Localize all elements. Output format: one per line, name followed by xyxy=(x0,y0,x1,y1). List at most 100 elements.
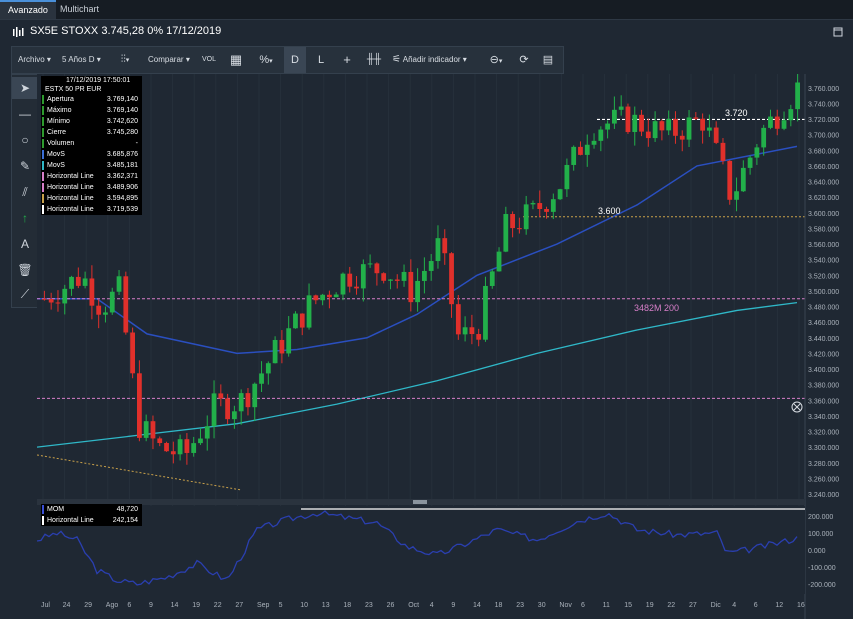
info-row: Volumen - xyxy=(41,138,142,149)
candle-body xyxy=(245,393,251,408)
info-row: Cierre 3.745,280 xyxy=(41,127,142,138)
mom-tick-label: -100.000 xyxy=(808,565,836,572)
candle-body xyxy=(564,164,570,190)
annotation-3600-label: 3.600 xyxy=(598,206,621,216)
save-icon[interactable]: ▤ xyxy=(538,47,558,73)
mode-d-button[interactable]: D xyxy=(284,47,306,73)
chart-title-bar: SX5E STOXX 3.745,28 0% 17/12/2019 xyxy=(0,20,853,44)
info-row: Horizontal Line 3.594,895 xyxy=(41,193,142,204)
arrow-up-icon[interactable]: ↑ xyxy=(12,207,38,229)
time-tick-label: 9 xyxy=(149,602,153,609)
info-value: 3.685,876 xyxy=(106,151,138,158)
candle-body xyxy=(455,304,461,335)
mom-tick-label: 200.000 xyxy=(808,514,833,521)
archivo-menu[interactable]: Archivo ▾ xyxy=(18,47,51,73)
info-key: Horizontal Line xyxy=(47,184,94,191)
candle-body xyxy=(679,135,685,140)
price-tick-label: 3.480.000 xyxy=(808,305,839,312)
candle-body xyxy=(659,121,665,131)
candle-body xyxy=(496,251,502,272)
candle-body xyxy=(401,271,407,281)
parallel-icon[interactable]: ⫽ xyxy=(12,181,38,203)
maximize-icon[interactable] xyxy=(833,27,843,37)
candle-body xyxy=(632,114,638,133)
annotation-3720-label: 3.720 xyxy=(725,108,748,118)
mom-tick-label: -200.000 xyxy=(808,582,836,589)
compare-button[interactable]: Comparar ▾ xyxy=(148,47,190,73)
candle-body xyxy=(299,313,305,328)
candle-body xyxy=(442,238,448,254)
candle-body xyxy=(645,131,651,139)
time-tick-label: 29 xyxy=(84,602,92,609)
candle-body xyxy=(109,291,115,313)
candle-body xyxy=(259,373,264,384)
candle-body xyxy=(795,82,800,110)
ruler-icon[interactable]: ⟋ xyxy=(12,283,38,305)
candle-body xyxy=(388,279,393,281)
annotation-3720: 3.720 xyxy=(725,108,748,118)
zoom-button[interactable]: ⊖▾ xyxy=(482,47,510,73)
candle-body xyxy=(238,393,244,412)
volume-button[interactable]: VOL xyxy=(202,47,216,73)
bars-layout-icon[interactable]: ╫╫ xyxy=(362,47,386,73)
candle-body xyxy=(652,121,658,139)
price-tick-label: 3.560.000 xyxy=(808,242,839,249)
caret-down-icon: ▾ xyxy=(269,58,273,65)
time-tick-label: 22 xyxy=(214,602,222,609)
text-icon[interactable]: A xyxy=(12,233,38,255)
mode-l-button[interactable]: L xyxy=(310,47,332,73)
info-key: Horizontal Line xyxy=(47,517,94,524)
candle-body xyxy=(578,146,583,155)
grid-icon[interactable]: ▦ xyxy=(226,47,246,73)
trash-icon[interactable]: 🗑 xyxy=(12,259,38,281)
time-tick-label: 10 xyxy=(300,602,308,609)
info-value: 3.719,539 xyxy=(106,206,138,213)
candle-body xyxy=(584,144,590,155)
momentum-pane: 200.000 100.000 0.000 -100.000 -200.000 xyxy=(37,506,836,594)
candle-body xyxy=(116,276,122,292)
time-tick-label: Jul xyxy=(41,602,50,609)
time-tick-label: 16 xyxy=(797,602,805,609)
candle-body xyxy=(333,294,339,298)
candle-body xyxy=(754,147,760,158)
candle-body xyxy=(103,312,108,315)
circle-icon[interactable]: ○ xyxy=(12,129,38,151)
candle-body xyxy=(666,119,672,131)
add-indicator-button[interactable]: ⚟ Añadir indicador ▾ xyxy=(392,47,467,73)
time-tick-label: 23 xyxy=(516,602,524,609)
candle-body xyxy=(469,327,475,335)
pane-resize-handle[interactable] xyxy=(413,500,427,504)
candle-body xyxy=(408,271,414,303)
percent-button[interactable]: %▾ xyxy=(254,47,278,73)
candle-body xyxy=(713,127,719,143)
tab-multichart[interactable]: Multichart xyxy=(52,0,107,19)
price-tick-label: 3.420.000 xyxy=(808,351,839,358)
mom-tick-label: 100.000 xyxy=(808,531,833,538)
candle-body xyxy=(272,339,278,364)
candle-body xyxy=(232,411,237,420)
chart-type-button[interactable]: ⫶⫶▾ xyxy=(112,47,138,73)
line-icon[interactable]: — xyxy=(12,103,38,125)
period-select[interactable]: 5 Años D ▾ xyxy=(62,47,101,73)
time-tick-label: 18 xyxy=(495,602,503,609)
caret-down-icon: ▾ xyxy=(498,58,503,65)
price-tick-label: 3.640.000 xyxy=(808,180,839,187)
info-key: Cierre xyxy=(47,129,67,136)
time-tick-label: 23 xyxy=(365,602,373,609)
mom-info-row: MOM 48,720 xyxy=(41,504,142,515)
chart-bars-icon xyxy=(13,27,24,37)
candle-body xyxy=(612,109,617,124)
pen-icon[interactable]: ✎ xyxy=(12,155,38,177)
crosshair-icon[interactable]: + xyxy=(336,47,358,73)
time-tick-label: 19 xyxy=(646,602,654,609)
series-swatch xyxy=(42,505,44,514)
refresh-icon[interactable]: ⟳ xyxy=(514,47,534,73)
candle-body xyxy=(740,167,746,192)
price-chart[interactable]: 3.760.000 3.740.000 3.720.000 3.700.000 3.68… xyxy=(37,74,850,619)
cursor-icon[interactable]: ➤ xyxy=(12,77,38,99)
candle-body xyxy=(618,106,624,110)
price-tick-label: 3.240.000 xyxy=(808,492,839,499)
series-swatch xyxy=(42,128,44,137)
tab-avanzado[interactable]: Avanzado xyxy=(0,0,56,19)
candle-body xyxy=(137,373,142,438)
